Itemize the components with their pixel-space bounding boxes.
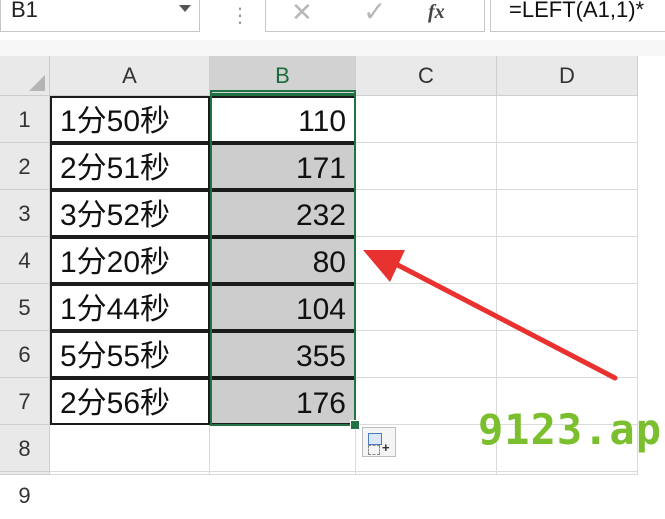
annotation-arrow xyxy=(363,250,618,381)
watermark: 9123.app xyxy=(478,405,665,454)
arrow-shaft xyxy=(389,259,618,381)
